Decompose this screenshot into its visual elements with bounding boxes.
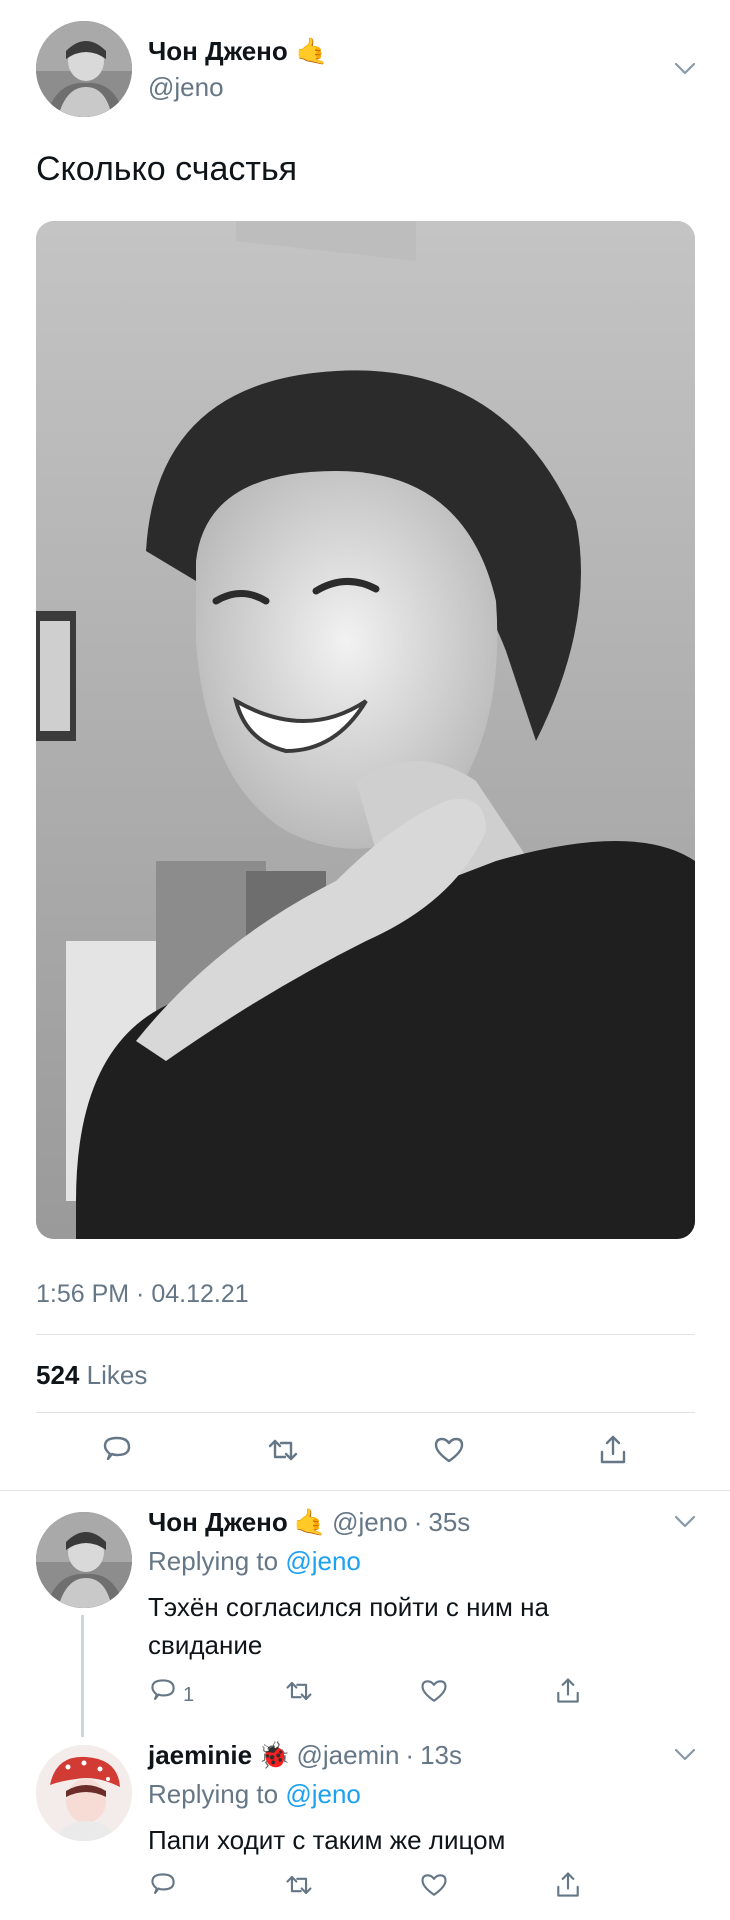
heart-icon — [421, 1680, 447, 1702]
replying-to: Replying to @jeno — [148, 1779, 361, 1810]
chevron-down-icon[interactable] — [674, 1748, 696, 1762]
divider — [36, 1412, 695, 1413]
reply-text: Тэхён согласился пойти с ним на свидание — [148, 1592, 549, 1660]
retweet-button[interactable] — [284, 1676, 314, 1706]
reply-author-handle[interactable]: @jaemin — [296, 1740, 399, 1771]
reply-time[interactable]: 13s — [420, 1740, 462, 1771]
share-icon — [557, 1678, 579, 1703]
replying-to-label: Replying to — [148, 1779, 279, 1809]
reply-author-name[interactable]: Чон Джено — [148, 1507, 288, 1538]
reply-icon — [151, 1679, 175, 1700]
reply-button[interactable] — [148, 1870, 178, 1900]
tweet-text: Сколько счастья — [36, 150, 298, 188]
ladybug-icon: 🐞 — [258, 1740, 291, 1770]
share-icon — [557, 1872, 579, 1897]
reply-icon — [103, 1436, 131, 1461]
reply-author-name[interactable]: jaeminie — [148, 1740, 252, 1771]
retweet-icon — [268, 1439, 298, 1461]
reply-time[interactable]: 35s — [428, 1507, 470, 1538]
retweet-icon — [286, 1876, 312, 1894]
author-avatar[interactable] — [36, 21, 132, 117]
like-button[interactable] — [419, 1870, 449, 1900]
section-divider — [0, 1490, 730, 1491]
replying-to: Replying to @jeno — [148, 1546, 361, 1577]
reply-header: Чон Джено 🤙 @jeno · 35s — [148, 1507, 470, 1538]
author-handle[interactable]: @jeno — [148, 72, 224, 103]
retweet-icon — [286, 1682, 312, 1700]
reply-author-avatar[interactable] — [36, 1745, 132, 1841]
call-me-hand-icon: 🤙 — [295, 36, 329, 66]
dot-separator: · — [413, 1507, 423, 1537]
like-button[interactable] — [419, 1676, 449, 1706]
call-me-hand-icon: 🤙 — [293, 1507, 327, 1537]
dot-separator: · — [405, 1740, 415, 1770]
chevron-down-icon[interactable] — [674, 62, 696, 76]
replying-to-mention[interactable]: @jeno — [285, 1779, 361, 1809]
likes-count: 524 — [36, 1360, 80, 1390]
retweet-button[interactable] — [284, 1870, 314, 1900]
likes-label: Likes — [86, 1360, 148, 1390]
reply-icon — [151, 1873, 175, 1894]
reply-text: Папи ходит с таким же лицом — [148, 1825, 506, 1855]
retweet-button[interactable] — [266, 1433, 300, 1467]
likes-summary[interactable]: 524 Likes — [36, 1360, 147, 1391]
share-icon — [600, 1435, 626, 1464]
like-button[interactable] — [432, 1433, 466, 1467]
chevron-down-icon[interactable] — [674, 1515, 696, 1529]
heart-icon — [421, 1874, 447, 1896]
share-button[interactable] — [553, 1676, 583, 1706]
author-name-row: Чон Джено 🤙 — [148, 36, 328, 67]
heart-icon — [434, 1437, 464, 1463]
author-name[interactable]: Чон Джено — [148, 36, 288, 67]
thread-connector-line — [81, 1615, 84, 1737]
reply-button[interactable] — [148, 1676, 178, 1706]
reply-header: jaeminie 🐞 @jaemin · 13s — [148, 1740, 462, 1771]
replying-to-label: Replying to — [148, 1546, 279, 1576]
reply-count: 1 — [183, 1684, 195, 1706]
share-button[interactable] — [553, 1870, 583, 1900]
replying-to-mention[interactable]: @jeno — [285, 1546, 361, 1576]
share-button[interactable] — [596, 1433, 630, 1467]
divider — [36, 1334, 695, 1335]
reply-author-avatar[interactable] — [36, 1512, 132, 1608]
tweet-timestamp[interactable]: 1:56 PM · 04.12.21 — [36, 1280, 249, 1309]
reply-author-handle[interactable]: @jeno — [332, 1507, 408, 1538]
tweet-photo[interactable] — [36, 221, 695, 1239]
reply-button[interactable] — [100, 1433, 134, 1467]
